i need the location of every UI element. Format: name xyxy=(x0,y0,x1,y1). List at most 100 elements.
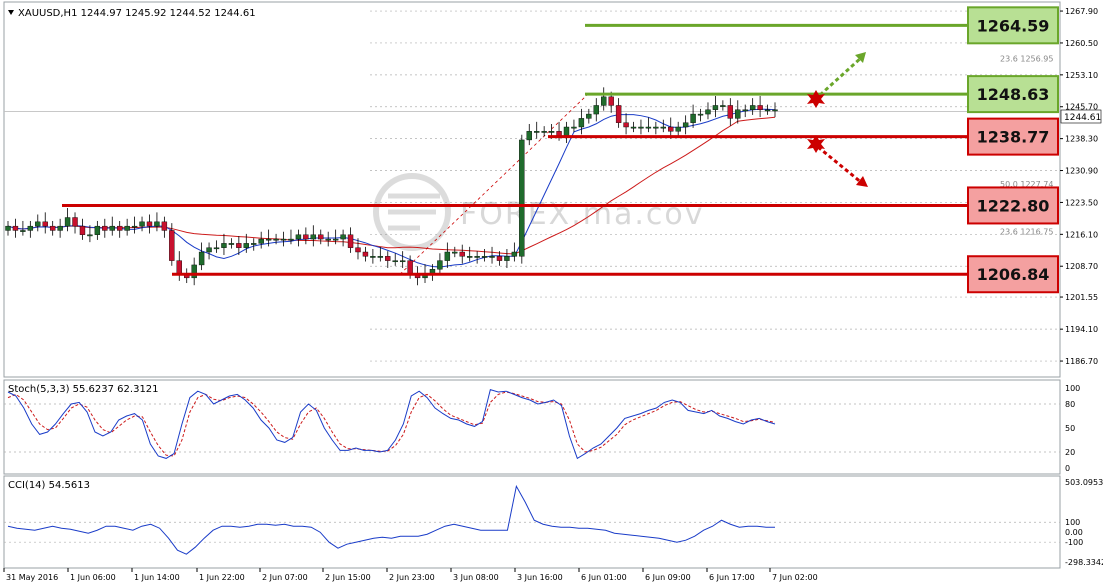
level-label: 1206.84 xyxy=(977,265,1050,284)
candle-body xyxy=(556,131,562,136)
candle-body xyxy=(548,131,555,133)
x-tick-label: 2 Jun 07:00 xyxy=(262,573,308,582)
candle-body xyxy=(452,251,458,254)
candle-body xyxy=(489,256,495,258)
candle-body xyxy=(608,96,614,106)
candle-body xyxy=(191,264,197,279)
candle-body xyxy=(340,234,346,240)
x-tick-label: 2 Jun 15:00 xyxy=(325,573,371,582)
candle-body xyxy=(459,251,465,257)
stoch-tick-label: 100 xyxy=(1065,384,1080,393)
candle-body xyxy=(623,122,629,128)
candle-body xyxy=(660,126,667,129)
candle-body xyxy=(757,105,763,110)
watermark-text: FOREX.ma.cov xyxy=(460,197,705,232)
candle-body xyxy=(586,113,592,119)
fibo-label: 23.6 1216.75 xyxy=(1000,228,1053,237)
candle-body xyxy=(749,105,756,110)
candle-body xyxy=(251,243,257,245)
candle-body xyxy=(154,221,160,227)
level-label: 1264.59 xyxy=(977,16,1050,35)
stoch-tick-label: 0 xyxy=(1065,464,1070,473)
candle-body xyxy=(571,126,577,129)
candle-body xyxy=(362,251,369,257)
candle-body xyxy=(504,256,510,261)
candle-body xyxy=(318,234,324,240)
level-label: 1238.77 xyxy=(977,128,1050,147)
candle-body xyxy=(116,225,123,231)
candle-body xyxy=(385,256,391,261)
candle-body xyxy=(221,243,227,248)
candle-body xyxy=(496,256,503,261)
candle-body xyxy=(35,221,41,227)
x-tick-label: 6 Jun 17:00 xyxy=(709,573,755,582)
y-tick-label: 1201.55 xyxy=(1065,293,1098,302)
candle-body xyxy=(310,234,317,240)
x-tick-label: 1 Jun 22:00 xyxy=(199,573,245,582)
candle-body xyxy=(541,131,547,133)
candle-body xyxy=(139,221,145,227)
y-tick-label: 1253.10 xyxy=(1065,71,1098,80)
candle-body xyxy=(638,126,644,129)
x-tick-label: 1 Jun 14:00 xyxy=(134,573,180,582)
candle-body xyxy=(668,126,674,132)
candle-body xyxy=(355,247,361,253)
candle-body xyxy=(5,225,11,231)
candle-body xyxy=(772,109,778,112)
candle-body xyxy=(407,260,413,274)
level-label: 1248.63 xyxy=(977,85,1050,104)
candle-body xyxy=(444,251,451,261)
candle-body xyxy=(72,217,78,227)
candle-body xyxy=(653,126,659,129)
candle-body xyxy=(534,131,540,133)
y-tick-label: 1230.90 xyxy=(1065,167,1098,176)
x-tick-label: 6 Jun 09:00 xyxy=(645,573,691,582)
candle-body xyxy=(206,247,212,253)
candle-body xyxy=(20,230,26,232)
candle-body xyxy=(79,225,86,235)
candle-body xyxy=(288,238,294,241)
candle-body xyxy=(265,238,272,241)
candle-body xyxy=(258,238,264,244)
candle-body xyxy=(94,225,101,235)
candle-body xyxy=(437,260,443,270)
stoch-tick-label: 50 xyxy=(1065,424,1075,433)
candle-body xyxy=(325,238,331,241)
candle-body xyxy=(169,230,175,261)
cci-tick-label: -298.3342 xyxy=(1065,558,1103,567)
stoch-tick-label: 80 xyxy=(1065,400,1075,409)
candle-body xyxy=(593,105,599,115)
stochastic-header: Stoch(5,3,3) 55.6237 62.3121 xyxy=(8,384,159,395)
chart-canvas: 23.6 1256.9550.0 1227.7423.6 1216.75 FOR… xyxy=(0,0,1103,588)
x-tick-label: 3 Jun 08:00 xyxy=(453,573,499,582)
y-tick-label: 1223.50 xyxy=(1065,198,1098,207)
candle-body xyxy=(712,105,719,110)
candle-body xyxy=(727,105,734,119)
candle-body xyxy=(280,238,287,241)
candle-body xyxy=(213,247,220,250)
candle-body xyxy=(27,225,34,231)
candle-body xyxy=(742,109,748,112)
stoch-tick-label: 20 xyxy=(1065,448,1075,457)
candle-body xyxy=(601,96,607,106)
candle-body xyxy=(735,109,741,119)
x-tick-label: 31 May 2016 xyxy=(6,573,58,582)
candle-body xyxy=(615,105,622,123)
candle-body xyxy=(303,234,309,240)
candle-body xyxy=(481,256,488,258)
candle-body xyxy=(109,225,115,231)
candle-body xyxy=(347,234,354,248)
candle-body xyxy=(526,131,532,141)
y-tick-label: 1216.10 xyxy=(1065,230,1098,239)
cci-tick-label: -100 xyxy=(1065,538,1083,547)
candle-body xyxy=(49,225,56,231)
candle-body xyxy=(511,251,518,257)
x-tick-label: 7 Jun 02:00 xyxy=(772,573,818,582)
candle-body xyxy=(563,126,570,136)
x-tick-label: 3 Jun 16:00 xyxy=(517,573,563,582)
candle-body xyxy=(64,217,71,227)
candle-body xyxy=(466,256,473,258)
y-tick-label: 1267.90 xyxy=(1065,7,1098,16)
y-tick-label: 1208.70 xyxy=(1065,262,1098,271)
cci-header: CCI(14) 54.5613 xyxy=(8,480,90,491)
